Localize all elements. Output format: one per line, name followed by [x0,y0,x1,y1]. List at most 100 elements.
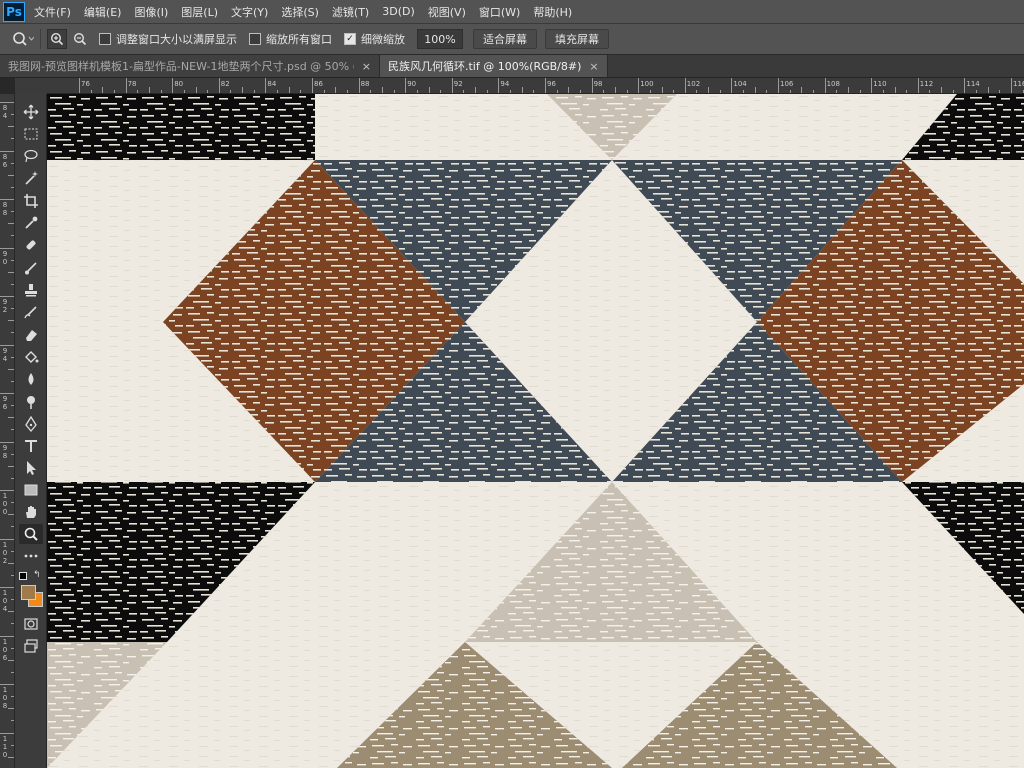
zoom-all-windows-label: 缩放所有窗口 [266,33,332,46]
ruler-minor-tick [11,526,14,528]
zoom-all-windows-checkbox[interactable]: 缩放所有窗口 [249,31,332,47]
ruler-minor-tick [661,87,663,93]
ruler-minor-tick [463,90,465,93]
crop-icon[interactable] [19,191,43,211]
vertical-ruler: 84 86 88 90 92 94 96 98 100 102 104 106 108 110 [0,94,15,768]
paint-bucket-icon[interactable] [19,347,43,367]
magic-wand-icon[interactable] [19,168,43,188]
ruler-minor-tick [801,87,803,93]
zoom-in-icon[interactable] [47,29,67,49]
zoom-icon[interactable] [19,524,43,544]
type-icon[interactable] [19,436,43,456]
ruler-minor-tick [11,235,14,237]
ruler-minor-tick [11,211,14,213]
move-icon[interactable] [19,102,43,122]
ruler-tick [265,78,267,93]
ruler-minor-tick [8,417,14,419]
resize-windows-checkbox[interactable]: 调整窗口大小以满屏显示 [99,31,237,47]
ruler-tick [1011,78,1012,93]
history-brush-icon[interactable] [19,302,43,322]
ruler-label: 88 [2,201,8,217]
photoshop-logo: Ps [3,1,25,22]
tools-panel: ↰ [15,94,47,768]
dodge-icon[interactable] [19,392,43,412]
ruler-minor-tick [428,87,430,93]
ruler-label: 106 [780,80,794,88]
ruler-minor-tick [556,90,558,93]
scrubby-zoom-checkbox[interactable]: ✓ 细微缩放 [344,31,405,47]
menu-filter[interactable]: 滤镜(T) [332,4,369,20]
menu-layer[interactable]: 图层(L) [181,4,218,20]
quick-mask-icon[interactable] [19,614,43,634]
screen-mode-icon[interactable] [19,636,43,656]
ruler-minor-tick [789,90,791,93]
fill-screen-button[interactable]: 填充屏幕 [545,29,609,49]
foreground-color-swatch[interactable] [21,585,36,600]
ruler-minor-tick [941,87,943,93]
ruler-label: 82 [220,80,230,88]
zoom-100-button[interactable]: 100% [417,29,463,49]
menu-view[interactable]: 视图(V) [428,4,466,20]
ruler-tick [0,538,14,540]
close-icon[interactable]: × [589,60,598,73]
menu-3d[interactable]: 3D(D) [382,5,415,18]
ruler-minor-tick [11,405,14,407]
ruler-minor-tick [649,90,651,93]
ruler-minor-tick [8,368,14,370]
menu-select[interactable]: 选择(S) [281,4,319,20]
close-icon[interactable]: × [362,60,371,73]
ruler-minor-tick [8,174,14,176]
ruler-label: 76 [81,80,90,88]
fit-screen-button[interactable]: 适合屏幕 [473,29,537,49]
marquee-icon[interactable] [19,124,43,144]
menu-help[interactable]: 帮助(H) [533,4,572,20]
document-canvas[interactable] [47,94,1024,768]
menu-window[interactable]: 窗口(W) [479,4,520,20]
rectangle-icon[interactable] [19,480,43,500]
ruler-tick [638,78,640,93]
healing-brush-icon[interactable] [19,235,43,255]
ruler-label: 92 [2,298,8,314]
more-tools-icon[interactable] [19,546,43,566]
ruler-minor-tick [11,671,14,673]
ruler-minor-tick [929,90,931,93]
ruler-label: 108 [826,80,840,88]
options-bar: 调整窗口大小以满屏显示 缩放所有窗口 ✓ 细微缩放 100% 适合屏幕 填充屏幕 [0,24,1024,55]
ruler-minor-tick [11,623,14,625]
ruler-tick [0,441,14,443]
ruler-minor-tick [976,90,978,93]
clone-stamp-icon[interactable] [19,280,43,300]
zoom-out-icon[interactable] [71,30,89,48]
ruler-minor-tick [160,90,162,93]
ruler-minor-tick [11,696,14,698]
ruler-tick [0,635,14,637]
ruler-origin[interactable] [15,78,47,94]
ruler-tick [871,78,873,93]
lasso-icon[interactable] [19,146,43,166]
brush-icon[interactable] [19,258,43,278]
checkbox-unchecked-icon [99,33,111,45]
menu-edit[interactable]: 编辑(E) [84,4,122,20]
eraser-icon[interactable] [19,325,43,345]
blur-icon[interactable] [19,369,43,389]
ruler-label: 94 [500,80,510,88]
ruler-minor-tick [207,90,209,93]
pen-icon[interactable] [19,414,43,434]
ruler-minor-tick [8,271,14,273]
menu-image[interactable]: 图像(I) [134,4,168,20]
swap-colors-icon[interactable]: ↰ [33,570,41,580]
tab-mockup-psd[interactable]: 我图网-预览图样机模板1-扁型作品-NEW-1地垫两个尺寸.psd @ 50% … [0,55,380,77]
menu-type[interactable]: 文字(Y) [231,4,268,20]
path-selection-icon[interactable] [19,458,43,478]
color-swatches-icon[interactable]: ↰ [19,570,43,608]
ruler-tick [312,78,313,93]
ruler-minor-tick [11,186,14,188]
default-colors-icon[interactable] [19,572,27,580]
menu-file[interactable]: 文件(F) [34,4,71,20]
tab-ethnic-geometric-tif[interactable]: 民族风几何循环.tif @ 100%(RGB/8#) × [380,55,608,77]
zoom-tool-preset-icon[interactable] [12,31,34,47]
menu-bar: Ps 文件(F) 编辑(E) 图像(I) 图层(L) 文字(Y) 选择(S) 滤… [0,0,1024,24]
hand-icon[interactable] [19,502,43,522]
ruler-minor-tick [579,90,581,93]
eyedropper-icon[interactable] [19,213,43,233]
